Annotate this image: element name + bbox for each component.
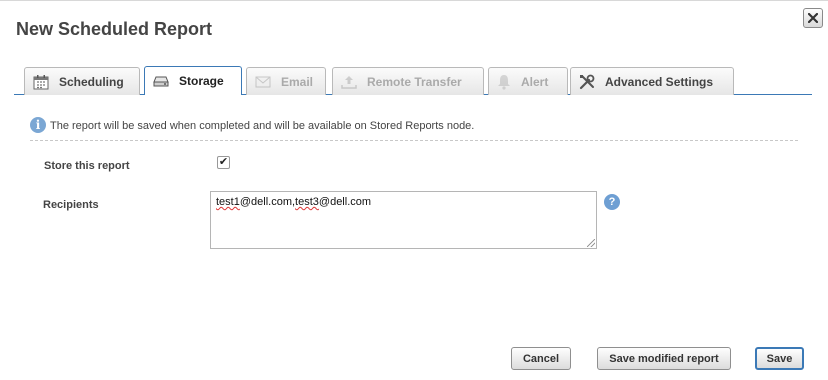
tab-storage[interactable]: Storage [144, 66, 242, 95]
storage-drive-icon [153, 76, 169, 87]
tab-email-label: Email [281, 74, 314, 89]
tab-scheduling[interactable]: Scheduling [24, 67, 140, 95]
tools-icon [579, 74, 595, 89]
recipient-domain-2: @dell.com [318, 196, 372, 208]
tab-remote-transfer-label: Remote Transfer [367, 74, 462, 89]
tab-email[interactable]: Email [246, 67, 326, 95]
report-tabs: Scheduling Storage Email Remote Transfer [14, 66, 812, 95]
bell-icon [498, 74, 510, 90]
info-icon: i [30, 117, 46, 133]
store-report-label: Store this report [44, 160, 130, 172]
new-scheduled-report-dialog: New Scheduled Report Scheduling Storage [0, 0, 828, 380]
calendar-icon [33, 74, 49, 89]
cancel-button[interactable]: Cancel [511, 347, 571, 370]
dialog-title: New Scheduled Report [16, 19, 213, 39]
tab-scheduling-label: Scheduling [59, 74, 124, 89]
info-text: The report will be saved when completed … [50, 120, 475, 132]
tab-advanced-settings[interactable]: Advanced Settings [570, 67, 734, 95]
close-icon [808, 13, 818, 23]
tab-storage-label: Storage [179, 74, 224, 88]
recipients-textarea[interactable]: test1@dell.com,test3@dell.com [210, 191, 597, 249]
recipients-help-icon[interactable]: ? [604, 194, 620, 210]
store-report-checkbox[interactable]: ✔ [217, 156, 230, 169]
close-button[interactable] [803, 8, 823, 28]
save-modified-report-button[interactable]: Save modified report [597, 347, 731, 370]
recipients-label: Recipients [43, 199, 99, 211]
recipient-name-1: test1 [216, 196, 240, 208]
upload-tray-icon [341, 75, 357, 89]
tab-remote-transfer[interactable]: Remote Transfer [332, 67, 484, 95]
info-message: i The report will be saved when complete… [30, 117, 798, 141]
tab-advanced-settings-label: Advanced Settings [605, 74, 714, 89]
recipient-domain-1: @dell.com, [239, 196, 296, 208]
textarea-resize-handle[interactable] [587, 239, 595, 247]
tab-alert[interactable]: Alert [488, 67, 568, 95]
recipient-name-2: test3 [295, 196, 319, 208]
envelope-icon [255, 76, 271, 87]
tab-alert-label: Alert [521, 74, 549, 89]
save-button[interactable]: Save [755, 347, 804, 370]
